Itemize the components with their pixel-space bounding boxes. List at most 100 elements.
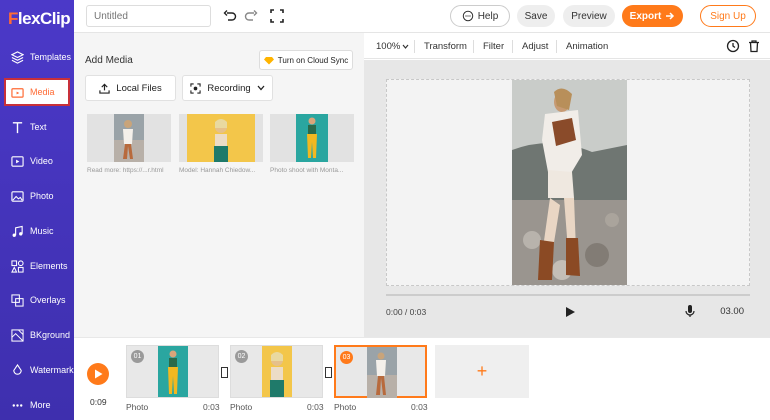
elements-icon — [11, 259, 24, 273]
logo-letter: F — [8, 9, 18, 28]
more-icon — [11, 399, 24, 412]
sidebar-item-label: More — [30, 400, 51, 410]
app-logo[interactable]: FlexClip — [8, 9, 71, 29]
media-thumbnail[interactable] — [179, 114, 263, 162]
sidebar-item-watermark[interactable]: Watermark — [4, 356, 74, 384]
clip-photo — [262, 346, 292, 397]
sidebar-item-video[interactable]: Video — [4, 147, 70, 175]
text-icon — [11, 121, 24, 134]
media-folder-icon — [11, 86, 24, 99]
clip-number: 02 — [235, 350, 248, 363]
sidebar-item-label: Overlays — [30, 295, 66, 305]
add-clip-button[interactable]: + — [435, 345, 529, 398]
fullscreen-icon[interactable] — [270, 9, 284, 23]
sidebar-item-bkground[interactable]: BKground — [4, 321, 70, 349]
transition-icon[interactable] — [325, 367, 332, 378]
record-icon — [190, 82, 201, 94]
sidebar-item-photo[interactable]: Photo — [4, 182, 70, 210]
trash-icon[interactable] — [747, 39, 761, 53]
arrow-right-icon — [665, 11, 675, 21]
signup-button[interactable]: Sign Up — [700, 5, 756, 27]
clip-label: Photo — [334, 402, 357, 412]
transform-tool[interactable]: Transform — [424, 41, 467, 52]
sidebar-item-templates[interactable]: Templates — [4, 43, 71, 71]
video-canvas[interactable] — [386, 79, 750, 286]
thumbnail-caption: Model: Hannah Chiedow... — [179, 167, 256, 174]
chevron-down-icon — [257, 85, 265, 91]
sidebar-item-media[interactable]: Media — [4, 78, 70, 106]
layers-icon — [11, 50, 24, 64]
transition-icon[interactable] — [221, 367, 228, 378]
clip-label: Photo — [126, 402, 149, 412]
sidebar-item-music[interactable]: Music — [4, 217, 70, 245]
total-time: 03.00 — [720, 306, 744, 317]
media-thumbnail[interactable] — [270, 114, 354, 162]
zoom-value: 100% — [376, 41, 401, 52]
project-title-input[interactable] — [86, 5, 211, 27]
sidebar-item-text[interactable]: Text — [4, 113, 70, 141]
clock-icon[interactable] — [726, 39, 740, 53]
timeline-clip[interactable]: 03 — [334, 345, 427, 398]
current-time: 0:00 / 0:03 — [386, 307, 427, 317]
timeline-clip[interactable]: 01 — [126, 345, 219, 398]
background-icon — [11, 328, 24, 342]
help-label: Help — [477, 10, 499, 22]
undo-icon[interactable] — [223, 9, 237, 23]
sidebar-item-more[interactable]: More — [4, 391, 70, 419]
filter-tool[interactable]: Filter — [483, 41, 504, 52]
upload-icon — [99, 83, 110, 94]
thumbnail-caption: Photo shoot with Monta... — [270, 167, 344, 174]
sidebar-item-label: Music — [30, 226, 54, 236]
play-icon[interactable] — [564, 306, 576, 318]
plus-icon: + — [476, 361, 488, 381]
clip-time: 0:03 — [411, 402, 428, 412]
play-icon — [94, 369, 103, 379]
local-files-button[interactable]: Local Files — [85, 75, 176, 101]
redo-icon[interactable] — [244, 9, 258, 23]
canvas-photo — [512, 80, 627, 285]
help-button[interactable]: Help — [450, 5, 510, 27]
adjust-tool[interactable]: Adjust — [522, 41, 548, 52]
local-files-label: Local Files — [116, 82, 162, 94]
chevron-down-icon — [402, 44, 409, 49]
sidebar-item-elements[interactable]: Elements — [4, 252, 70, 280]
timeline-play-button[interactable] — [87, 363, 109, 385]
editor-toolbar: 100% Transform Filter Adjust Animation — [364, 33, 770, 59]
animation-tool[interactable]: Animation — [566, 41, 608, 52]
thumbnail-caption: Read more: https://...r.html — [87, 167, 164, 174]
media-thumbnail[interactable] — [87, 114, 171, 162]
sidebar-item-label: Elements — [30, 261, 68, 271]
video-icon — [11, 155, 24, 168]
microphone-icon[interactable] — [684, 304, 696, 318]
sidebar-item-label: BKground — [30, 330, 71, 340]
timeline-clip[interactable]: 02 — [230, 345, 323, 398]
sidebar: FlexClip Templates Media Text Video Phot… — [0, 0, 74, 420]
diamond-icon — [263, 56, 274, 65]
sidebar-item-label: Watermark — [30, 365, 74, 375]
recording-dropdown[interactable]: Recording — [182, 75, 273, 101]
clip-photo — [367, 347, 397, 398]
playback-progress[interactable] — [386, 294, 750, 296]
cloud-sync-button[interactable]: Turn on Cloud Sync — [259, 50, 353, 70]
sidebar-item-label: Media — [30, 87, 55, 97]
sidebar-item-label: Photo — [30, 191, 54, 201]
zoom-dropdown[interactable]: 100% — [376, 41, 409, 52]
export-button[interactable]: Export — [622, 5, 683, 27]
watermark-icon — [11, 363, 24, 377]
save-button[interactable]: Save — [517, 5, 555, 27]
sidebar-item-overlays[interactable]: Overlays — [4, 286, 70, 314]
overlays-icon — [11, 293, 24, 307]
preview-button[interactable]: Preview — [563, 5, 615, 27]
divider — [556, 40, 557, 53]
clip-number: 01 — [131, 350, 144, 363]
cloud-sync-label: Turn on Cloud Sync — [277, 55, 349, 65]
clip-number: 03 — [340, 351, 353, 364]
sidebar-item-label: Video — [30, 156, 53, 166]
recording-label: Recording — [207, 82, 251, 94]
clip-photo — [158, 346, 188, 397]
export-label: Export — [629, 10, 662, 22]
thumbnail-photo-3 — [296, 114, 328, 162]
logo-text: lexClip — [17, 9, 71, 28]
thumbnail-photo-1 — [114, 114, 144, 162]
top-bar: Help Save Preview Export Sign Up — [74, 0, 770, 33]
